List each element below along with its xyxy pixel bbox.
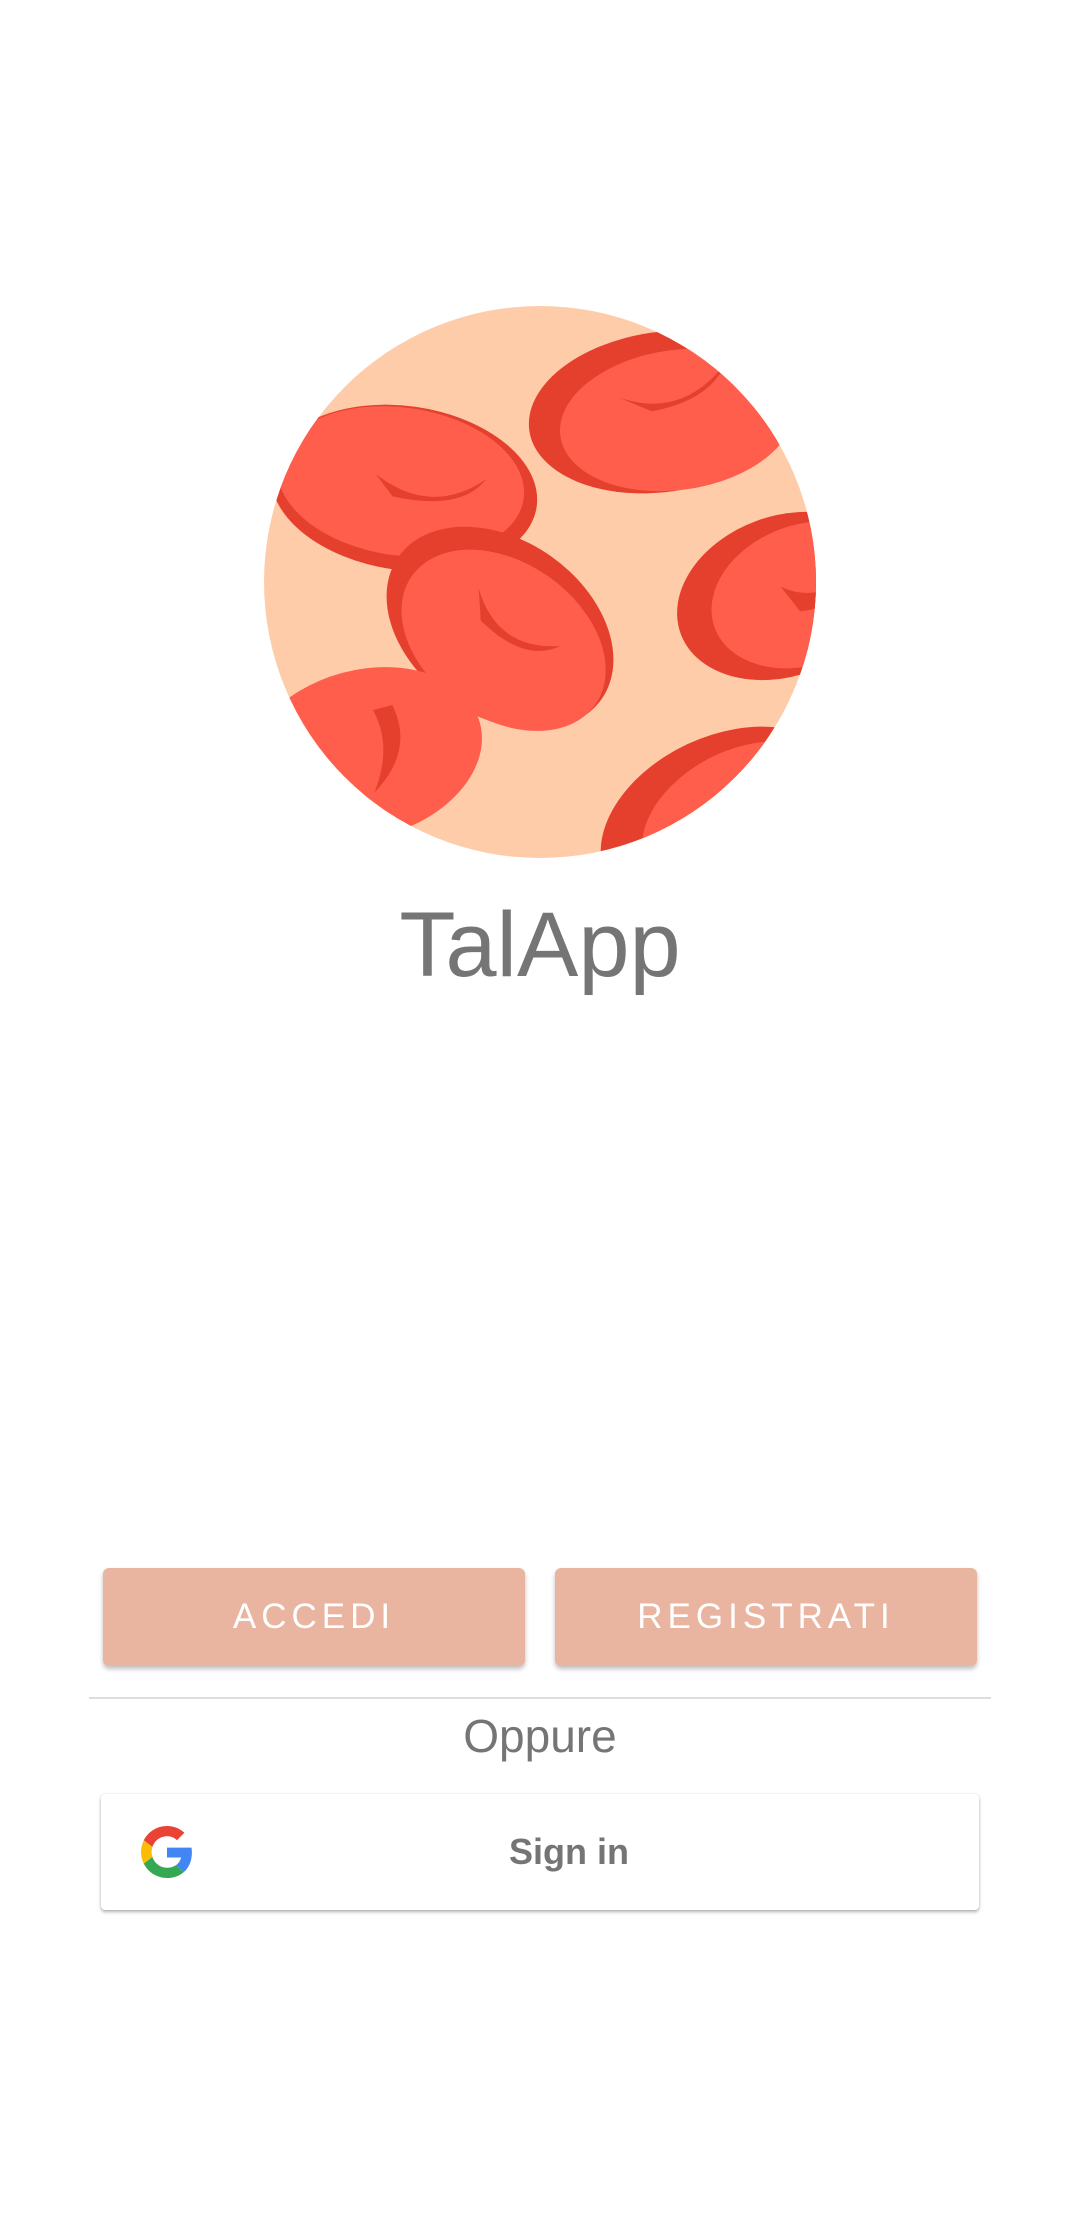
app-title: TalApp [399,894,681,996]
divider [89,1697,991,1699]
login-button-label: ACCEDI [232,1597,396,1636]
red-blood-cells-icon [264,306,816,858]
app-logo [264,306,816,858]
login-button[interactable]: ACCEDI [103,1568,525,1666]
google-sign-in-button[interactable]: Sign in [101,1794,979,1910]
or-separator-text: Oppure [463,1710,617,1762]
register-button[interactable]: REGISTRATI [555,1568,977,1666]
login-screen: TalApp ACCEDI REGISTRATI Oppure Sign in [0,0,1080,2220]
register-button-label: REGISTRATI [637,1597,895,1636]
google-sign-in-label: Sign in [509,1831,629,1872]
